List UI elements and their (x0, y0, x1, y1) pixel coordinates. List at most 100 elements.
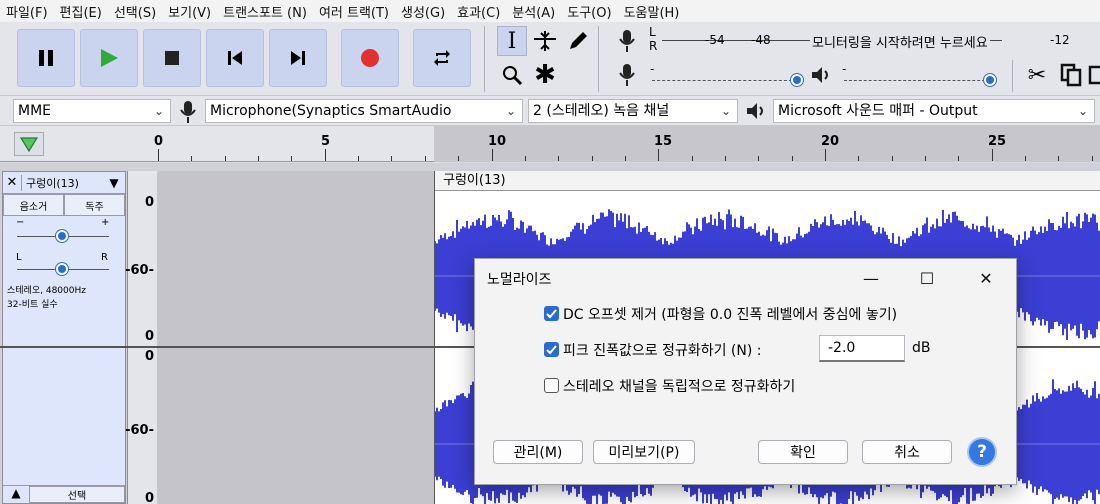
track-control-panel[interactable]: ✕ 구렁이(13) ▼ 음소거 독주 − + L R 스테레오, 48000Hz… (2, 171, 126, 504)
close-button[interactable]: ✕ (971, 265, 1001, 291)
input-device-value: Microphone(Synaptics SmartAudio (210, 103, 452, 119)
menu-item[interactable]: 파일(F) (0, 2, 54, 21)
preview-button[interactable]: 미리보기(P) (593, 440, 695, 464)
ruler-tick (692, 156, 693, 161)
channels-select[interactable]: 2 (스테레오) 녹음 채널 ⌄ (528, 99, 738, 123)
selection-tool[interactable]: I (497, 26, 527, 56)
manage-button[interactable]: 관리(M) (493, 440, 583, 464)
triangle-down-icon (19, 137, 39, 153)
peak-amplitude-input[interactable]: -2.0 (819, 335, 905, 362)
slider-thumb[interactable] (56, 230, 68, 242)
collapse-track-button[interactable]: ▲ (3, 486, 29, 503)
menu-item[interactable]: 도구(O) (561, 2, 617, 21)
skip-start-icon (228, 51, 242, 65)
host-select[interactable]: MME ⌄ (13, 99, 171, 123)
stereo-independent-checkbox[interactable] (544, 378, 559, 393)
empty-track-region[interactable] (157, 171, 434, 504)
checkmark-icon (546, 345, 557, 355)
menu-item[interactable]: 효과(C) (451, 2, 506, 21)
checkmark-icon (546, 309, 557, 319)
menu-item[interactable]: 선택(S) (108, 2, 162, 21)
recording-meter[interactable]: L R -54 -48 모니터링을 시작하려면 누르세요 -12 (648, 25, 1070, 56)
cancel-button[interactable]: 취소 (862, 440, 952, 464)
vertical-scale[interactable]: 0 -60- 0 0 -60- 0 (125, 171, 157, 504)
record-meter-button[interactable] (612, 26, 642, 56)
pan-right-label: R (101, 252, 108, 263)
maximize-button[interactable]: ☐ (912, 265, 942, 291)
paste-button[interactable] (1088, 60, 1100, 90)
i-beam-icon: I (507, 28, 517, 54)
microphone-icon (619, 30, 635, 52)
menu-item[interactable]: 생성(G) (395, 2, 451, 21)
menu-item[interactable]: 보기(V) (162, 2, 217, 21)
menu-item[interactable]: 도움말(H) (618, 2, 686, 21)
track-menu-button[interactable]: ▼ (103, 176, 125, 190)
skip-to-start-button[interactable] (206, 29, 264, 87)
speaker-icon (812, 67, 828, 83)
clip-title[interactable]: 구렁이(13) (435, 171, 1100, 191)
ruler-tick (992, 149, 993, 161)
menu-item[interactable]: 편집(E) (54, 2, 108, 21)
peak-normalize-checkbox[interactable] (544, 342, 559, 357)
timeline-ruler[interactable]: 0 5 10 15 20 25 (0, 126, 1100, 162)
ruler-label: 20 (821, 134, 840, 149)
input-device-select[interactable]: Microphone(Synaptics SmartAudio ⌄ (205, 99, 523, 123)
track-name[interactable]: 구렁이(13) (21, 174, 103, 191)
help-button[interactable]: ? (967, 437, 997, 467)
magnifier-icon (503, 66, 523, 86)
skip-to-end-button[interactable] (269, 29, 327, 87)
minimize-button[interactable]: — (856, 265, 886, 291)
peak-normalize-label[interactable]: 피크 진폭값으로 정규화하기 (N) : (563, 340, 761, 360)
envelope-icon (534, 31, 556, 51)
stop-icon (165, 51, 179, 65)
scale-label: 0 (144, 329, 154, 344)
output-device-select[interactable]: Microsoft 사운드 매퍼 - Output ⌄ (773, 99, 1095, 123)
normalize-dialog: 노멀라이즈 — ☐ ✕ DC 오프셋 제거 (파형을 0.0 진폭 레벨에서 중… (474, 258, 1017, 485)
slider-thumb[interactable] (56, 263, 68, 275)
dialog-title: 노멀라이즈 (487, 272, 552, 288)
ruler-tick (758, 156, 759, 161)
envelope-tool[interactable] (530, 26, 560, 56)
slider-thumb[interactable] (984, 74, 996, 86)
ruler-tick (425, 156, 426, 161)
ruler-tick (925, 156, 926, 161)
multi-tool[interactable]: ✱ (530, 60, 560, 90)
ok-button[interactable]: 확인 (758, 440, 848, 464)
stereo-independent-label[interactable]: 스테레오 채널을 독립적으로 정규화하기 (563, 376, 795, 396)
paste-icon (1088, 65, 1100, 85)
scale-label: -60- (125, 423, 154, 438)
triangle-up-icon: ▲ (11, 486, 21, 500)
input-gain-slider[interactable]: - (650, 62, 803, 90)
slider-thumb[interactable] (791, 74, 803, 86)
ruler-label: 10 (488, 134, 507, 149)
ruler-tick (658, 149, 659, 161)
pan-slider[interactable]: L R (3, 252, 125, 284)
meter-tick: -54 (705, 33, 725, 47)
meter-prompt: 모니터링을 시작하려면 누르세요 (810, 32, 990, 51)
play-button[interactable] (80, 29, 138, 87)
zoom-tool[interactable] (497, 60, 527, 90)
loop-icon (434, 50, 450, 66)
select-track-button[interactable]: 선택 (29, 486, 125, 503)
loop-button[interactable] (413, 29, 471, 87)
gain-slider[interactable]: − + (3, 216, 125, 252)
pause-button[interactable] (17, 29, 75, 87)
draw-tool[interactable] (563, 26, 593, 56)
dc-offset-checkbox[interactable] (544, 306, 559, 321)
help-icon: ? (977, 442, 987, 462)
stop-button[interactable] (143, 29, 201, 87)
dc-offset-label[interactable]: DC 오프셋 제거 (파형을 0.0 진폭 레벨에서 중심에 놓기) (563, 304, 897, 324)
record-button[interactable] (341, 29, 399, 87)
solo-button[interactable]: 독주 (64, 194, 125, 216)
menu-item[interactable]: 트랜스포트 (N) (217, 2, 313, 21)
timeline-options-button[interactable] (14, 132, 44, 156)
record-icon (361, 49, 379, 67)
ruler-label: 5 (321, 134, 331, 149)
menu-item[interactable]: 분석(A) (506, 2, 561, 21)
copy-button[interactable] (1056, 60, 1086, 90)
cut-button[interactable]: ✂ (1022, 60, 1052, 90)
close-track-button[interactable]: ✕ (3, 175, 21, 190)
menu-item[interactable]: 여러 트랙(T) (313, 2, 395, 21)
output-gain-slider[interactable]: - (842, 62, 998, 90)
mute-button[interactable]: 음소거 (3, 194, 64, 216)
